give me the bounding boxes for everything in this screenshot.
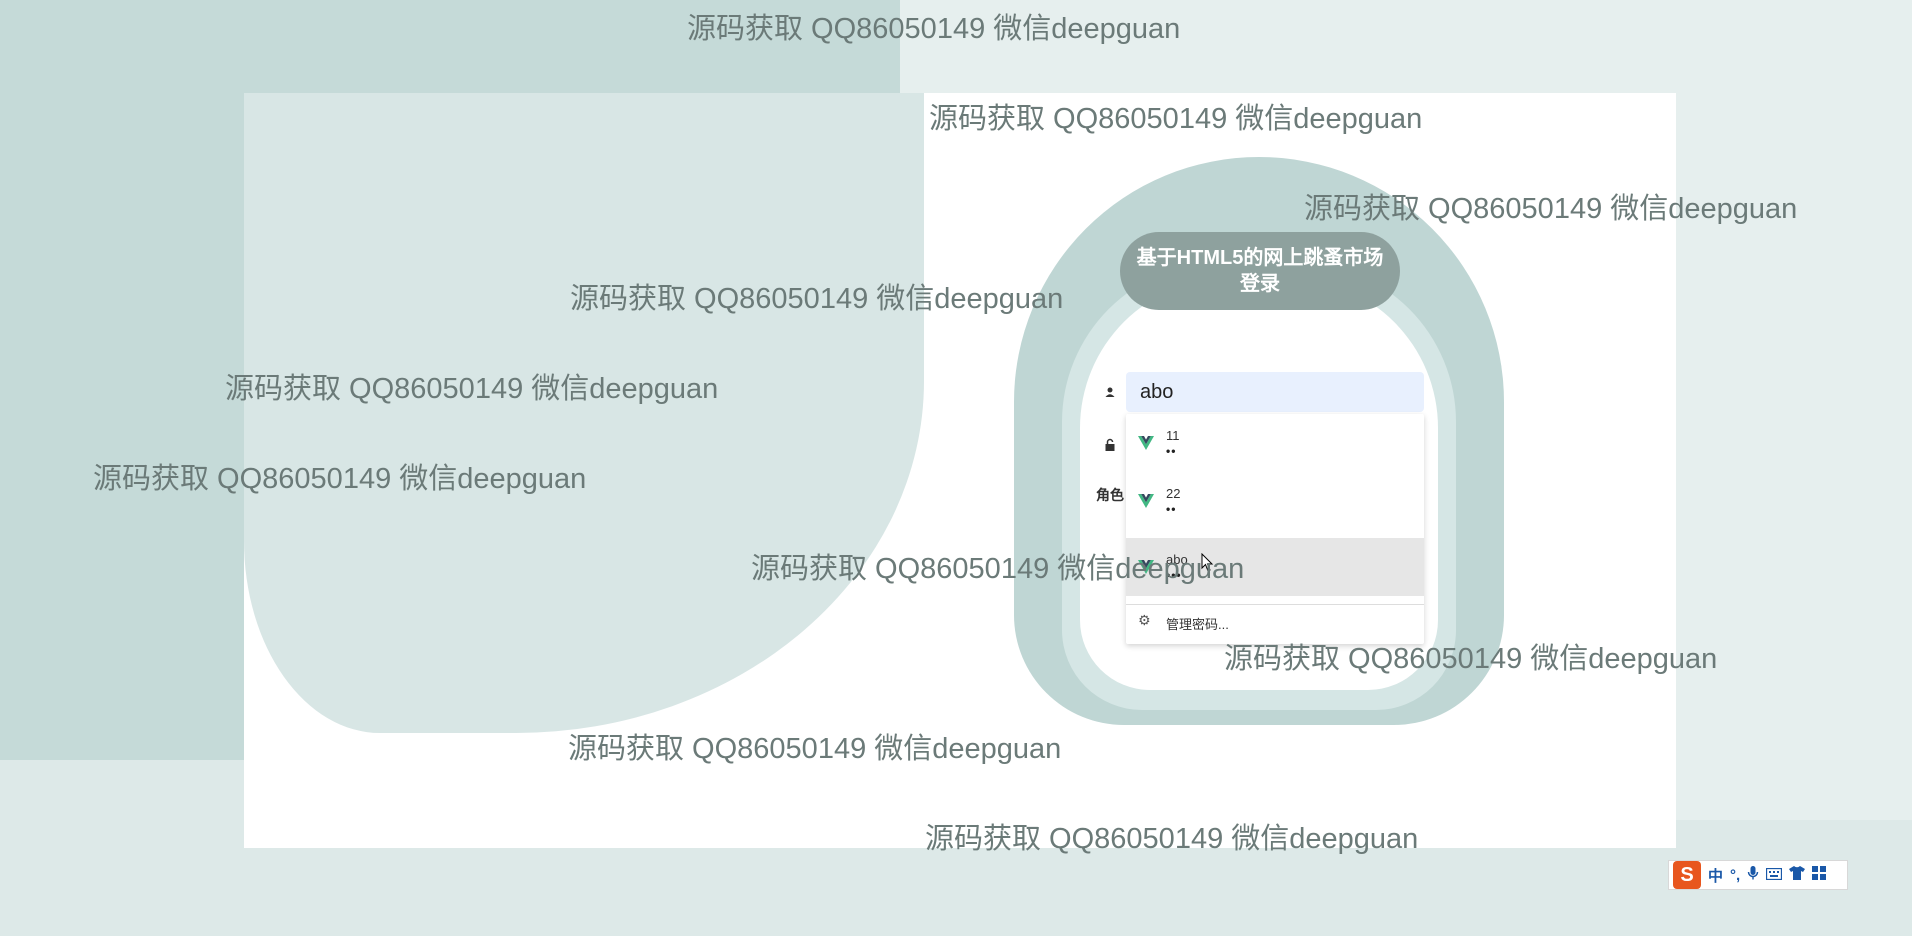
vue-logo-icon xyxy=(1138,436,1154,450)
gear-icon: ⚙ xyxy=(1138,612,1151,628)
autocomplete-item[interactable]: 22 •• xyxy=(1126,472,1424,530)
username-input[interactable] xyxy=(1126,372,1424,412)
watermark-text: 源码获取 QQ86050149 微信deepguan xyxy=(225,373,719,405)
shirt-icon[interactable] xyxy=(1789,866,1806,884)
password-autocomplete-dropdown: 11 •• 22 •• abo ••• ⚙ 管理密码... xyxy=(1126,414,1424,644)
login-title: 基于HTML5的网上跳蚤市场登录 xyxy=(1120,232,1400,310)
autocomplete-password: •• xyxy=(1166,444,1177,458)
autocomplete-item[interactable]: 11 •• xyxy=(1126,414,1424,472)
autocomplete-password: •• xyxy=(1166,502,1177,516)
watermark-text: 源码获取 QQ86050149 微信deepguan xyxy=(1224,643,1718,675)
watermark-text: 源码获取 QQ86050149 微信deepguan xyxy=(1304,193,1798,225)
autocomplete-divider xyxy=(1126,604,1424,605)
watermark-text: 源码获取 QQ86050149 微信deepguan xyxy=(925,823,1419,855)
vue-logo-icon xyxy=(1138,494,1154,508)
keyboard-icon[interactable] xyxy=(1766,867,1783,884)
lock-icon xyxy=(1100,434,1120,454)
autocomplete-username: 22 xyxy=(1166,486,1181,501)
autocomplete-username: 11 xyxy=(1166,428,1180,443)
watermark-text: 源码获取 QQ86050149 微信deepguan xyxy=(570,283,1064,315)
watermark-text: 源码获取 QQ86050149 微信deepguan xyxy=(929,103,1423,135)
user-icon xyxy=(1100,382,1120,402)
ime-toolbar: S 中 °, xyxy=(1668,860,1848,890)
watermark-text: 源码获取 QQ86050149 微信deepguan xyxy=(687,13,1181,45)
manage-passwords-link[interactable]: 管理密码... xyxy=(1166,614,1229,633)
watermark-text: 源码获取 QQ86050149 微信deepguan xyxy=(568,733,1062,765)
role-label: 角色 xyxy=(1096,487,1124,503)
ime-punct-toggle[interactable]: °, xyxy=(1730,867,1740,884)
ime-mode-toggle[interactable]: 中 xyxy=(1708,865,1723,886)
panel-decor-shape xyxy=(244,93,924,733)
toolbox-icon[interactable] xyxy=(1812,866,1827,884)
watermark-text: 源码获取 QQ86050149 微信deepguan xyxy=(93,463,587,495)
watermark-text: 源码获取 QQ86050149 微信deepguan xyxy=(751,553,1245,585)
sogou-logo-icon[interactable]: S xyxy=(1673,861,1701,889)
microphone-icon[interactable] xyxy=(1747,865,1759,885)
